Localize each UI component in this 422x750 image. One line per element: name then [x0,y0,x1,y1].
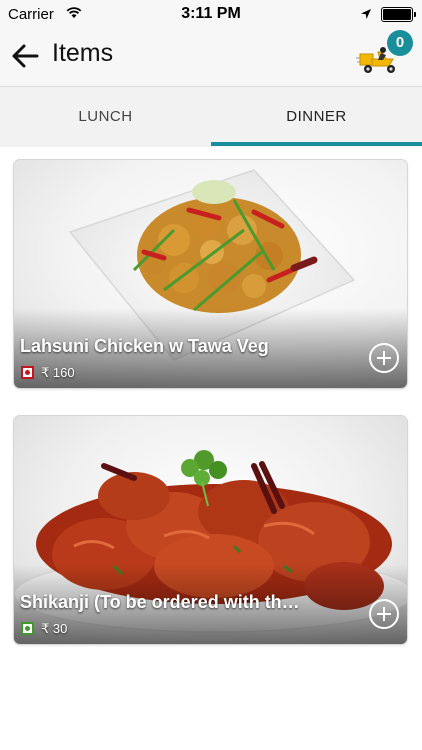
add-item-button[interactable] [369,599,399,629]
location-arrow-icon [361,9,371,19]
status-bar: Carrier 3:11 PM [0,0,422,30]
item-price: ₹ 160 [41,365,75,380]
page-title: Items [52,39,114,67]
back-arrow-icon[interactable] [10,40,42,72]
cart-count-badge: 0 [387,30,413,56]
item-name: Shikanji (To be ordered with th… [20,592,300,612]
navigation-bar: Items 0 [0,30,422,86]
menu-item-card[interactable]: Shikanji (To be ordered with th… ₹ 30 [14,416,407,644]
non-veg-indicator-icon [21,366,34,379]
item-price: ₹ 30 [41,621,68,636]
clock: 3:11 PM [181,5,241,22]
tab-lunch[interactable]: LUNCH [0,87,211,147]
battery-icon [381,7,416,22]
tab-dinner[interactable]: DINNER [211,87,422,147]
menu-item-card[interactable]: Lahsuni Chicken w Tawa Veg ₹ 160 [14,160,407,388]
selected-tab-indicator [211,142,422,146]
meal-tabs: LUNCH DINNER [0,86,422,147]
veg-indicator-icon [21,622,34,635]
item-name: Lahsuni Chicken w Tawa Veg [20,336,269,356]
add-item-button[interactable] [369,343,399,373]
